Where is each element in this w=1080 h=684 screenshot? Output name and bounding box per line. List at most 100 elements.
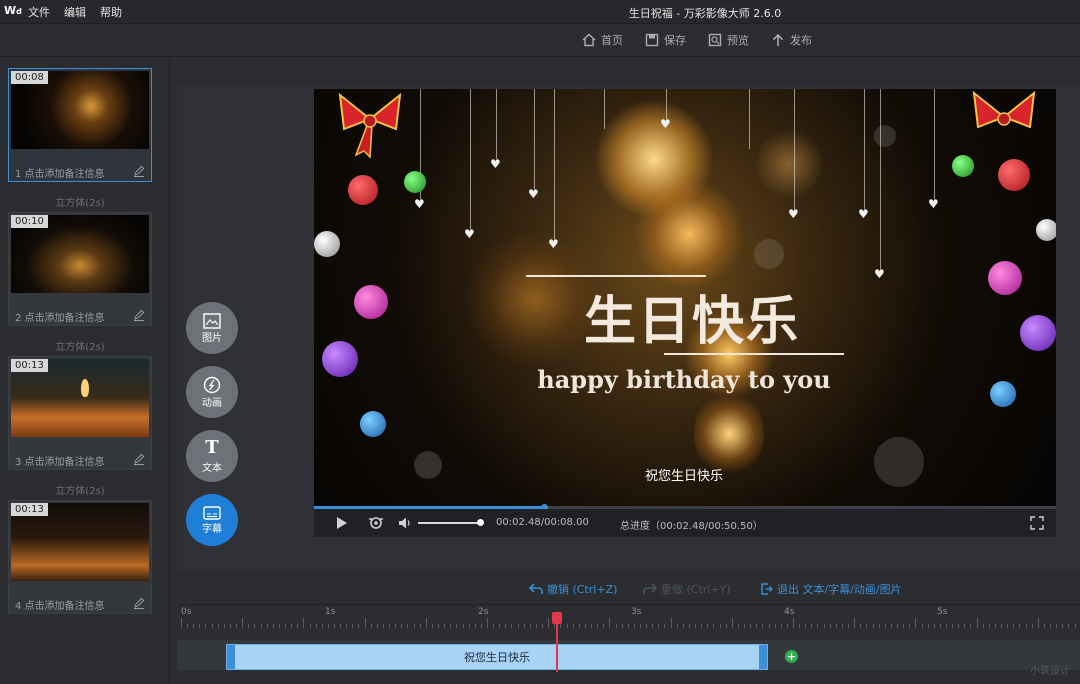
- loop-icon[interactable]: [368, 516, 384, 530]
- ruler-tick: [560, 624, 562, 628]
- home-button[interactable]: 首页: [582, 32, 623, 48]
- publish-button[interactable]: 发布: [771, 32, 812, 48]
- ruler-tick: [854, 618, 856, 628]
- image-tool-button[interactable]: 图片: [186, 302, 238, 354]
- scene-note[interactable]: 4 点击添加备注信息: [15, 597, 105, 612]
- undo-button[interactable]: 撤销 (Ctrl+Z): [529, 581, 617, 597]
- ruler-tick: [376, 624, 378, 628]
- edit-icon[interactable]: [133, 597, 145, 609]
- hanging-string: [880, 89, 881, 269]
- edit-icon[interactable]: [133, 165, 145, 177]
- ruler-tick: [897, 624, 899, 628]
- bauble-ornament: [988, 261, 1022, 295]
- ruler-tick: [407, 624, 409, 628]
- playhead-handle[interactable]: [552, 612, 562, 624]
- subtitle-tool-button[interactable]: 字幕: [186, 494, 238, 546]
- ruler-tick: [1056, 624, 1058, 628]
- subtitle-icon: [203, 505, 221, 520]
- scene-thumb-3[interactable]: 00:13 3 点击添加备注信息: [8, 356, 152, 470]
- video-canvas[interactable]: ♥ ♥ ♥ ♥ ♥ ♥ ♥ ♥ ♥ ♥ 生日快乐 happy birthday …: [314, 89, 1056, 507]
- ruler-label: 0s: [181, 607, 192, 617]
- hanging-string: [554, 89, 555, 239]
- edit-icon[interactable]: [133, 309, 145, 321]
- ruler-tick: [603, 624, 605, 628]
- total-progress-readout: 总进度（00:02.48/00:50.50）: [620, 521, 763, 532]
- transition-label[interactable]: 立方体(2s): [0, 194, 160, 209]
- video-subtitle[interactable]: happy birthday to you: [524, 365, 844, 394]
- clip-right-handle[interactable]: [759, 645, 767, 669]
- title-bar: Wd 文件 编辑 帮助 生日祝福 - 万彩影像大师 2.6.0: [0, 0, 1080, 24]
- ruler-tick: [982, 624, 984, 628]
- ruler-tick: [1074, 624, 1076, 628]
- ruler-tick: [615, 624, 617, 628]
- ruler-tick: [927, 624, 929, 628]
- video-caption[interactable]: 祝您生日快乐: [634, 465, 734, 484]
- bokeh-dot: [754, 239, 784, 269]
- exit-edit-button[interactable]: 退出 文本/字幕/动画/图片: [761, 581, 902, 597]
- animation-tool-button[interactable]: 动画: [186, 366, 238, 418]
- ruler-tick: [1013, 624, 1015, 628]
- app-window: Wd 文件 编辑 帮助 生日祝福 - 万彩影像大师 2.6.0 首页 保存 预览: [0, 0, 1080, 684]
- ruler-tick: [309, 624, 311, 628]
- ruler-tick: [193, 624, 195, 628]
- add-clip-button[interactable]: +: [785, 650, 798, 663]
- play-icon[interactable]: [336, 516, 348, 530]
- scene-duration: 00:10: [11, 215, 48, 228]
- ruler-tick: [939, 624, 941, 628]
- scene-thumb-4[interactable]: 00:13 4 点击添加备注信息: [8, 500, 152, 614]
- scene-note[interactable]: 3 点击添加备注信息: [15, 453, 105, 468]
- volume-knob[interactable]: [477, 519, 484, 526]
- transition-label[interactable]: 立方体(2s): [0, 338, 160, 353]
- volume-slider[interactable]: [418, 522, 482, 524]
- ruler-tick: [334, 624, 335, 628]
- subtitle-tool-label: 字幕: [202, 523, 222, 535]
- fullscreen-icon[interactable]: [1030, 516, 1044, 530]
- ruler-tick: [964, 624, 966, 628]
- scene-note[interactable]: 1 点击添加备注信息: [15, 165, 105, 180]
- ruler-tick: [903, 624, 905, 628]
- ruler-tick: [627, 624, 629, 628]
- ruler-tick: [487, 618, 488, 628]
- ruler-tick: [823, 624, 825, 628]
- ruler-tick: [841, 624, 843, 628]
- ruler-tick: [756, 624, 758, 628]
- ruler-tick: [952, 624, 954, 628]
- transition-label[interactable]: 立方体(2s): [0, 482, 160, 497]
- ruler-tick: [364, 618, 366, 628]
- player-controls: 00:02.48/00:08.00 总进度（00:02.48/00:50.50）: [314, 509, 1056, 537]
- ruler-tick: [493, 624, 495, 628]
- ruler-tick: [890, 624, 892, 628]
- animation-tool-label: 动画: [202, 397, 222, 409]
- ruler-tick: [1043, 624, 1045, 628]
- ruler-tick: [682, 624, 684, 628]
- ruler-label: 5s: [937, 607, 948, 617]
- ruler-tick: [523, 624, 525, 628]
- preview-button[interactable]: 预览: [708, 32, 749, 48]
- ruler-tick: [1068, 624, 1070, 628]
- scene-note[interactable]: 2 点击添加备注信息: [15, 309, 105, 324]
- edit-icon[interactable]: [133, 453, 145, 465]
- video-main-title[interactable]: 生日快乐: [562, 279, 822, 354]
- ruler-tick: [933, 624, 935, 628]
- ruler-tick: [401, 624, 403, 628]
- hanging-string: [666, 89, 667, 119]
- redo-button[interactable]: 重做 (Ctrl+Y): [643, 581, 731, 597]
- ruler-tick: [1001, 624, 1003, 628]
- ruler-tick: [529, 624, 531, 628]
- scene-thumb-2[interactable]: 00:10 2 点击添加备注信息: [8, 212, 152, 326]
- timeline-ruler[interactable]: 0s 1s 2s 3s 4s 5s: [177, 604, 1080, 628]
- heart-ornament: ♥: [788, 207, 799, 221]
- ruler-tick: [297, 624, 299, 628]
- text-tool-button[interactable]: T 文本: [186, 430, 238, 482]
- ruler-tick: [1007, 624, 1009, 628]
- subtitle-clip[interactable]: 祝您生日快乐: [226, 644, 768, 670]
- ruler-tick: [474, 624, 476, 628]
- clip-left-handle[interactable]: [227, 645, 235, 669]
- scene-thumb-1[interactable]: 00:08 1 点击添加备注信息: [8, 68, 152, 182]
- home-icon: [582, 33, 596, 47]
- ruler-tick: [633, 624, 635, 628]
- volume-icon[interactable]: [398, 516, 412, 530]
- ruler-tick: [395, 624, 397, 628]
- save-button[interactable]: 保存: [645, 32, 686, 48]
- ruler-tick: [358, 624, 360, 628]
